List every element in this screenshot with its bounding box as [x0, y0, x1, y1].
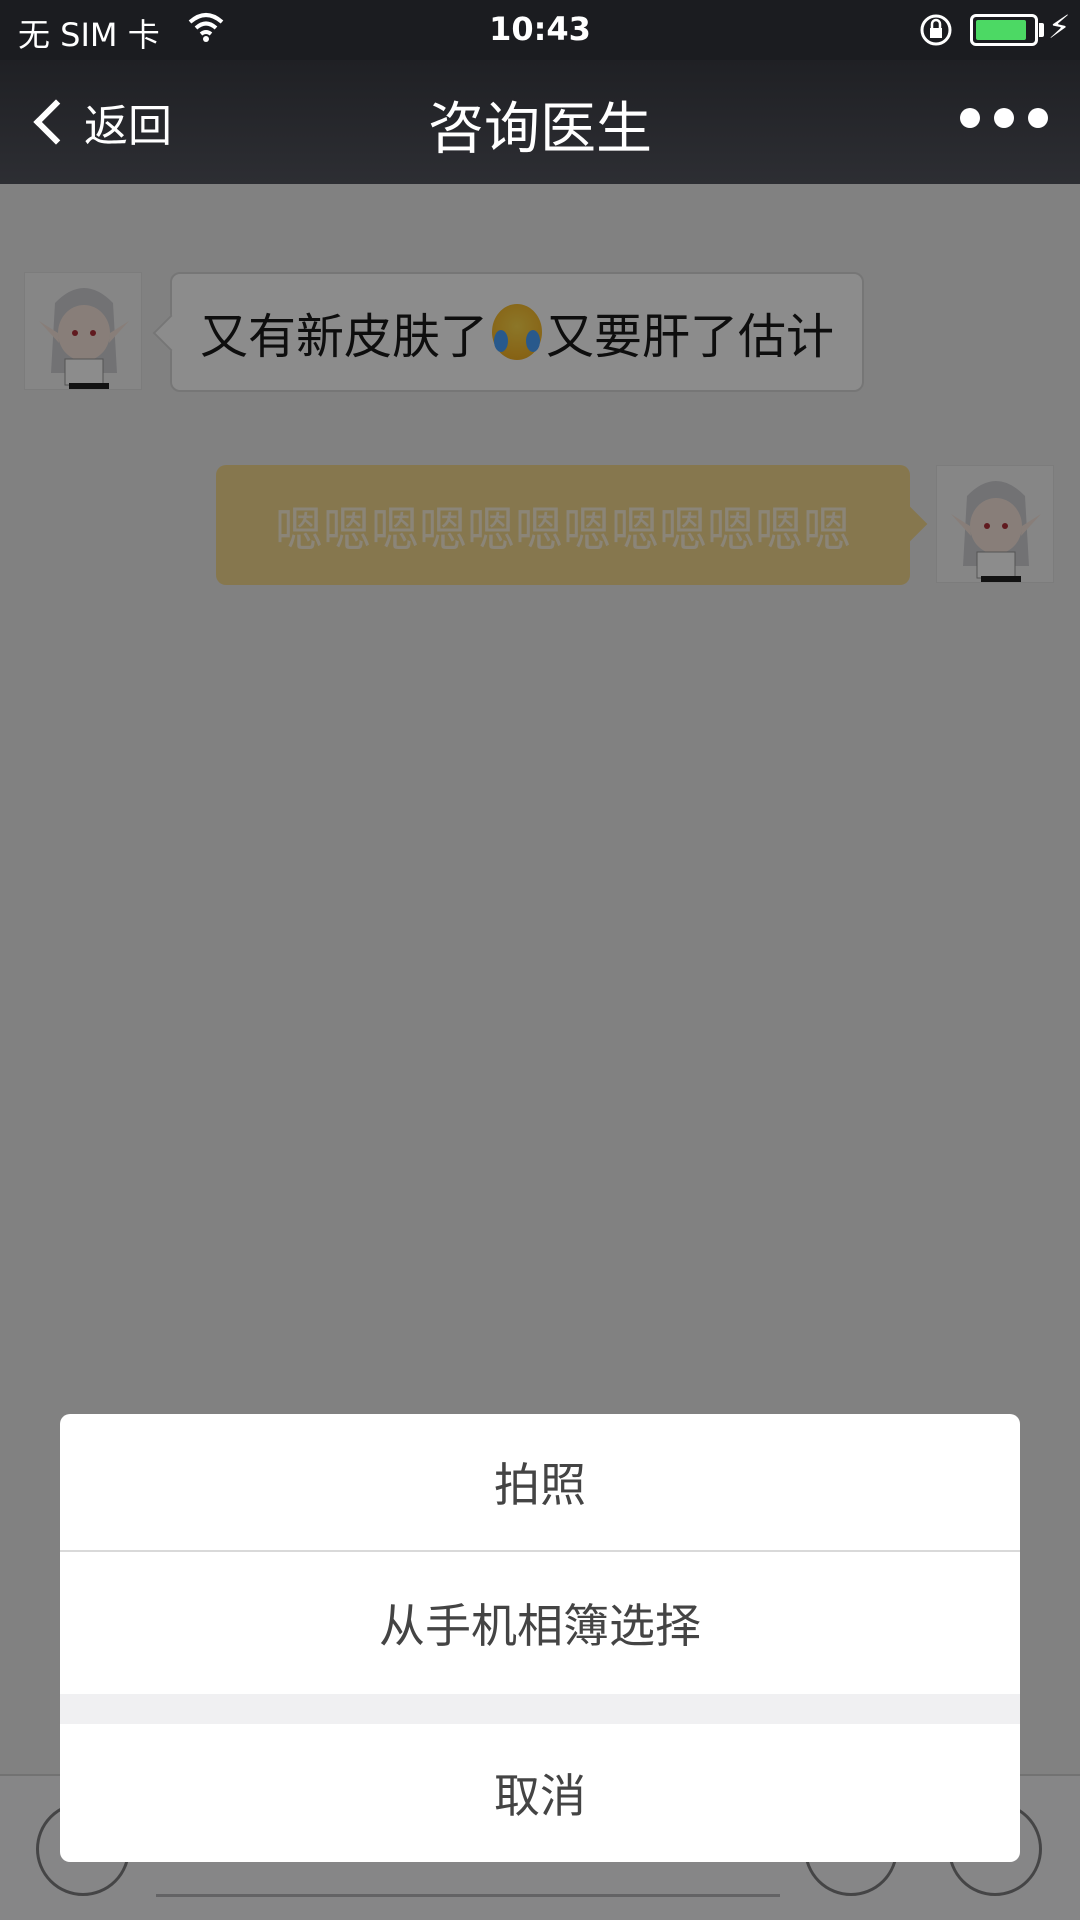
photo-action-sheet: 拍照 从手机相簿选择 取消: [60, 1414, 1020, 1862]
battery-tip: [1039, 23, 1044, 37]
take-photo-option[interactable]: 拍照: [60, 1414, 1020, 1552]
battery-icon: [970, 14, 1038, 46]
charging-bolt-icon: ⚡: [1048, 8, 1071, 46]
sheet-divider: [60, 1694, 1020, 1724]
chat-screen: 无 SIM 卡 10:43 ⚡ 返回 咨询医生 又有新皮肤了 又要肝了估计 嗯嗯…: [0, 0, 1080, 1920]
page-title: 咨询医生: [428, 97, 652, 162]
choose-from-album-option[interactable]: 从手机相簿选择: [60, 1554, 1020, 1692]
navigation-bar: 返回 咨询医生: [0, 60, 1080, 184]
cancel-button[interactable]: 取消: [60, 1724, 1020, 1862]
more-dots-icon[interactable]: [960, 108, 1048, 128]
status-bar: 无 SIM 卡 10:43 ⚡: [0, 0, 1080, 60]
rotation-lock-icon: [918, 12, 954, 56]
